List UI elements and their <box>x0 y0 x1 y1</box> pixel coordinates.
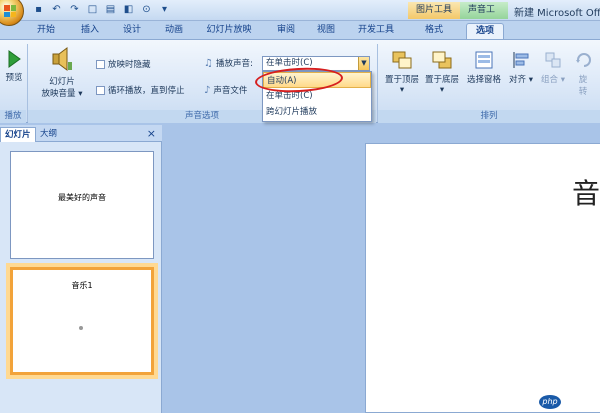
print-icon[interactable]: ▤ <box>104 3 117 16</box>
slide-thumbnail-2[interactable]: 音乐1 <box>10 267 154 375</box>
volume-label-line2: 放映音量 <box>41 89 76 99</box>
context-tab-picture-tools[interactable]: 图片工具 <box>408 2 460 19</box>
tab-slides[interactable]: 幻灯片 <box>0 127 36 142</box>
group-label: 组合 <box>541 75 559 85</box>
dropdown-option-across-slides[interactable]: 跨幻灯片播放 <box>263 104 371 120</box>
open-icon[interactable]: ◧ <box>122 3 135 16</box>
volume-label-line2-row: 放映音量 ▾ <box>38 87 86 99</box>
slide2-title: 音乐1 <box>71 281 93 290</box>
play-icon <box>8 50 21 68</box>
align-label: 对齐 <box>509 75 527 85</box>
rotate-label: 旋 <box>578 75 588 85</box>
sound-file-row[interactable]: ♪ 声音文件 <box>204 84 248 97</box>
php-logo: php <box>539 394 561 409</box>
play-sound-label: 播放声音: <box>215 59 253 69</box>
tab-slideshow[interactable]: 幻灯片放映 <box>202 23 256 39</box>
slideshow-volume-button[interactable]: 幻灯片 放映音量 ▾ <box>38 46 86 99</box>
align-label-row: 对齐 ▾ <box>509 75 533 85</box>
sound-file-label: 声音文件 <box>213 86 248 96</box>
rotate-label-2: 转 <box>578 87 588 97</box>
play-sound-row: ♫ 播放声音: <box>204 57 253 70</box>
slide-canvas[interactable]: 音 <box>365 143 600 413</box>
align-icon <box>513 52 529 68</box>
bring-to-front-button[interactable]: 置于顶层 ▾ <box>384 50 420 95</box>
qat-more-icon[interactable]: ⊙ <box>140 3 153 16</box>
tab-review[interactable]: 审阅 <box>272 23 300 39</box>
context-tab-sound-tools[interactable]: 声音工具 <box>460 2 508 32</box>
tab-home[interactable]: 开始 <box>32 23 60 39</box>
group-button[interactable]: 组合 ▾ <box>540 50 566 85</box>
play-sound-icon: ♫ <box>204 57 213 69</box>
tab-format[interactable]: 格式 <box>420 23 448 39</box>
rotate-button[interactable]: 旋 转 <box>572 50 594 97</box>
send-back-label-row: 置于底层 ▾ <box>424 75 459 95</box>
slides-panel: 幻灯片 大纲 × 最美好的声音 音乐1 <box>0 125 162 413</box>
hide-during-show-label: 放映时隐藏 <box>108 60 151 70</box>
selection-pane-button[interactable]: 选择窗格 <box>464 50 504 85</box>
group-label-arrange: 排列 <box>378 110 600 123</box>
title-bar: ▪ ↶ ↷ □ ▤ ◧ ⊙ ▾ 图片工具 声音工具 新建 Microsoft O… <box>0 0 600 32</box>
preview-button[interactable]: 预览 <box>2 50 26 83</box>
tab-options[interactable]: 选项 <box>466 23 504 39</box>
rotate-icon <box>576 53 591 67</box>
redo-icon[interactable]: ↷ <box>68 3 81 16</box>
tab-insert[interactable]: 插入 <box>76 23 104 39</box>
ribbon: 预览 播放 幻灯片 放映音量 ▾ 放映时隐藏 循环播放，直到停止 ♫ 播放声音:… <box>0 39 600 123</box>
sound-marker-icon <box>79 326 83 330</box>
office-logo-icon <box>4 5 16 17</box>
speaker-icon <box>52 47 72 71</box>
qat-dropdown-icon[interactable]: ▾ <box>158 3 171 16</box>
send-back-icon <box>432 51 452 69</box>
align-button[interactable]: 对齐 ▾ <box>508 50 534 85</box>
slide1-title: 最美好的声音 <box>58 193 106 202</box>
group-label-row: 组合 ▾ <box>541 75 565 85</box>
play-sound-value: 在单击时(C) <box>266 58 313 68</box>
bring-front-label-row: 置于顶层 ▾ <box>384 75 419 95</box>
save-icon[interactable]: ▪ <box>32 3 45 16</box>
group-icon <box>545 52 561 68</box>
slide-editing-area: 音 <box>163 125 600 413</box>
bring-front-label: 置于顶层 <box>384 75 419 85</box>
tab-developer[interactable]: 开发工具 <box>354 23 398 39</box>
chevron-down-icon: ▾ <box>78 89 83 99</box>
slide-thumbnail-1[interactable]: 最美好的声音 <box>10 151 154 259</box>
bring-front-icon <box>392 51 412 69</box>
tab-view[interactable]: 视图 <box>312 23 340 39</box>
quick-access-toolbar: ▪ ↶ ↷ □ ▤ ◧ ⊙ ▾ <box>28 3 171 16</box>
selection-pane-label: 选择窗格 <box>466 75 501 85</box>
loop-option[interactable]: 循环播放，直到停止 <box>96 84 185 96</box>
panel-tab-strip: 幻灯片 大纲 × <box>0 125 162 142</box>
ribbon-tab-strip: 开始 插入 设计 动画 幻灯片放映 审阅 视图 开发工具 格式 选项 <box>0 21 600 39</box>
slide-title-text[interactable]: 音 <box>572 172 600 212</box>
hide-during-show-option[interactable]: 放映时隐藏 <box>96 58 151 70</box>
tab-outline[interactable]: 大纲 <box>36 127 61 142</box>
window-title: 新建 Microsoft Off <box>514 8 600 19</box>
send-to-back-button[interactable]: 置于底层 ▾ <box>424 50 460 95</box>
watermark-text: 中文网 <box>564 398 594 409</box>
sound-file-icon: ♪ <box>204 84 211 96</box>
new-icon[interactable]: □ <box>86 3 99 16</box>
group-label-play: 播放 <box>0 110 26 123</box>
selection-pane-icon <box>475 51 493 69</box>
tab-design[interactable]: 设计 <box>118 23 146 39</box>
preview-label: 预览 <box>5 73 23 83</box>
watermark: php 中文网 <box>539 394 594 409</box>
tab-animation[interactable]: 动画 <box>160 23 188 39</box>
send-back-label: 置于底层 <box>424 75 459 85</box>
loop-checkbox[interactable] <box>96 85 105 95</box>
close-icon[interactable]: × <box>147 127 156 140</box>
loop-label: 循环播放，直到停止 <box>108 86 185 96</box>
chevron-down-icon[interactable]: ▼ <box>358 57 369 70</box>
volume-label-line1: 幻灯片 <box>49 77 75 87</box>
hide-during-show-checkbox[interactable] <box>96 59 105 69</box>
undo-icon[interactable]: ↶ <box>50 3 63 16</box>
